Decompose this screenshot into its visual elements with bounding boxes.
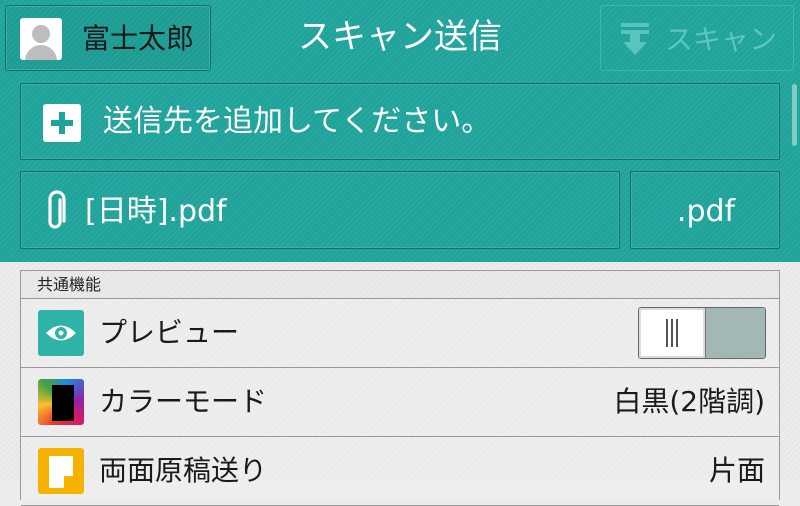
setting-value: 片面 bbox=[708, 454, 765, 487]
user-name: 富士太郎 bbox=[82, 22, 195, 55]
setting-row-color-mode[interactable]: カラーモード 白黒(2階調) bbox=[21, 368, 779, 437]
file-name-field[interactable]: [日時].pdf bbox=[20, 171, 620, 249]
paperclip-icon bbox=[48, 190, 66, 229]
document-icon bbox=[38, 448, 84, 494]
setting-label: 両面原稿送り bbox=[99, 454, 268, 487]
toggle-knob[interactable] bbox=[639, 308, 706, 358]
user-avatar-icon bbox=[20, 18, 62, 60]
add-destination-label: 送信先を追加してください。 bbox=[103, 104, 492, 139]
setting-row-preview[interactable]: プレビュー bbox=[21, 299, 779, 368]
scan-icon bbox=[621, 23, 649, 55]
setting-label: プレビュー bbox=[99, 316, 240, 349]
setting-row-duplex[interactable]: 両面原稿送り 片面 bbox=[21, 437, 779, 506]
setting-label: カラーモード bbox=[99, 385, 268, 418]
toggle-track bbox=[706, 308, 765, 358]
settings-list: 共通機能 プレビュー カラーモード 白黒(2階調) 両面原稿送り 片面 bbox=[20, 270, 780, 506]
file-extension-button[interactable]: .pdf bbox=[630, 171, 780, 249]
eye-icon bbox=[38, 310, 84, 356]
scan-button-label: スキャン bbox=[665, 23, 778, 56]
user-button[interactable]: 富士太郎 bbox=[5, 5, 211, 71]
page-title: スキャン送信 bbox=[298, 17, 502, 57]
scan-button[interactable]: スキャン bbox=[600, 5, 794, 71]
file-name-label: [日時].pdf bbox=[85, 194, 227, 229]
section-label: 共通機能 bbox=[37, 275, 102, 294]
preview-toggle[interactable] bbox=[638, 307, 766, 359]
plus-icon bbox=[43, 104, 81, 142]
scrollbar[interactable] bbox=[792, 84, 797, 146]
setting-value: 白黒(2階調) bbox=[613, 385, 765, 418]
add-destination-button[interactable]: 送信先を追加してください。 bbox=[20, 83, 780, 160]
section-header: 共通機能 bbox=[21, 271, 779, 299]
color-mode-icon bbox=[38, 379, 84, 425]
file-extension-label: .pdf bbox=[676, 194, 736, 229]
